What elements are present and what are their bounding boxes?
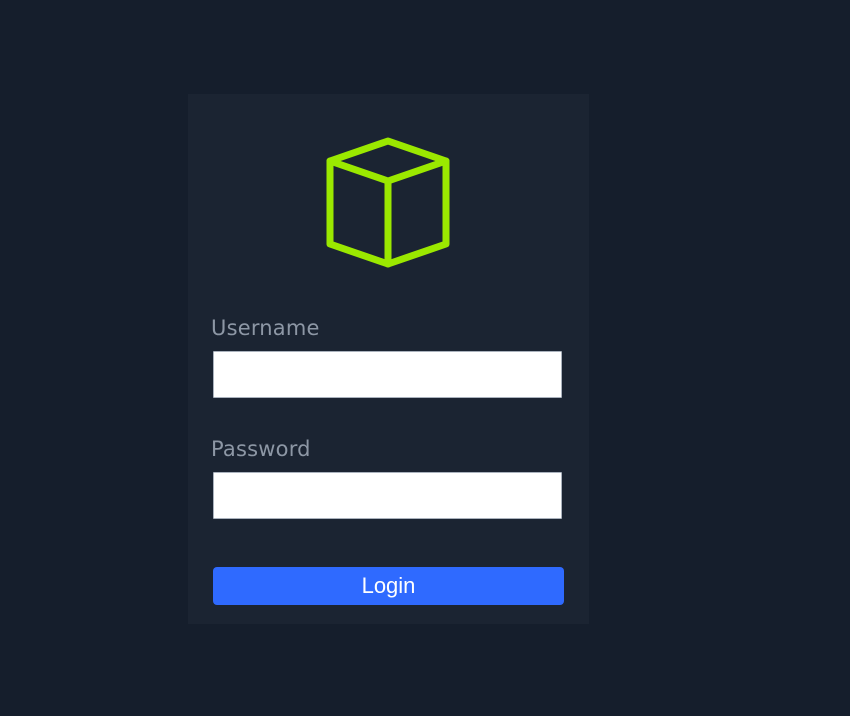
username-label: Username [211, 316, 320, 340]
login-button[interactable]: Login [213, 567, 564, 605]
password-label: Password [211, 437, 311, 461]
login-page: Username Password Login [0, 0, 850, 716]
username-input[interactable] [213, 351, 562, 398]
login-card: Username Password Login [188, 94, 589, 624]
cube-icon [324, 136, 452, 268]
password-input[interactable] [213, 472, 562, 519]
